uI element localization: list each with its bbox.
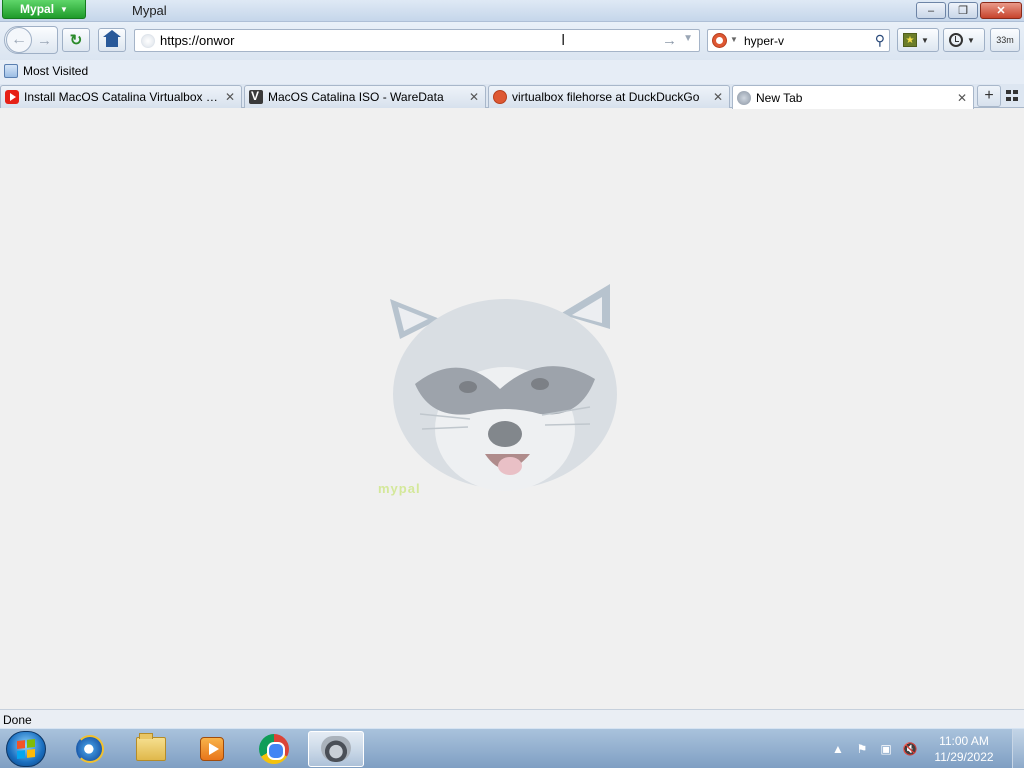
start-button[interactable] [6,731,46,767]
taskbar-mypal[interactable] [308,731,364,767]
show-hidden-icons-button[interactable]: ▲ [830,741,846,757]
mypal-raccoon-icon [321,736,351,762]
maximize-button[interactable]: ❐ [948,2,978,19]
search-input[interactable] [744,32,864,49]
tab-close-button[interactable]: ✕ [711,90,725,104]
tab-bar: Install MacOS Catalina Virtualbox 10... … [0,84,1024,109]
taskbar: ▲ ⚑ ▣ 🔇 11:00 AM 11/29/2022 [0,728,1024,768]
tab-list-icon[interactable] [1006,90,1020,102]
mascot-caption: mypal [378,481,421,496]
folder-icon [136,733,166,761]
windows-logo-icon [17,739,35,759]
clock-time: 11:00 AM [939,734,989,748]
bookmark-folder-icon [4,64,18,78]
duckduckgo-icon[interactable] [712,33,727,48]
reload-button[interactable]: ↻ [62,28,90,52]
taskbar-internet-explorer[interactable] [62,731,118,767]
app-menu-label: Mypal [20,2,55,16]
app-menu-caret-icon: ▼ [60,4,68,14]
status-text: Done [3,713,32,727]
tab-close-button[interactable]: ✕ [223,90,237,104]
system-tray: ▲ ⚑ ▣ 🔇 11:00 AM 11/29/2022 [830,729,1024,768]
network-icon[interactable]: ▣ [878,741,894,757]
bookmark-label: Most Visited [23,64,89,78]
title-bar: Mypal ▼ Mypal – ❐ ✕ [0,0,1024,22]
site-identity-icon[interactable] [141,34,155,48]
bookmarks-toolbar: Most Visited [0,60,1024,84]
close-window-button[interactable]: ✕ [980,2,1022,19]
history-clock-icon [949,33,963,47]
tab-label: Install MacOS Catalina Virtualbox 10... [24,90,219,104]
search-bar[interactable]: ▼ ⚲ [707,29,890,52]
tab-close-button[interactable]: ✕ [955,91,969,105]
tab-label: MacOS Catalina ISO - WareData [268,90,444,104]
go-button[interactable]: → [662,32,677,49]
back-button[interactable]: ← [6,27,32,53]
text-cursor-icon: I [561,32,566,49]
window-controls: – ❐ ✕ [916,2,1022,19]
app-menu-button[interactable]: Mypal ▼ [2,0,86,19]
window-title: Mypal [132,3,167,18]
bookmark-star-icon: ★ [903,33,917,47]
tab-duckduckgo[interactable]: virtualbox filehorse at DuckDuckGo ✕ [488,85,730,108]
forward-button[interactable]: → [37,32,52,49]
taskbar-media-player[interactable] [184,731,240,767]
home-button[interactable] [98,28,126,52]
status-bar: Done [0,709,1024,728]
url-bar[interactable]: I → ▼ [134,29,700,52]
page-content: mypal [0,109,1024,709]
tab-waredata[interactable]: MacOS Catalina ISO - WareData ✕ [244,85,486,108]
media-player-icon [200,737,224,761]
bookmark-most-visited[interactable]: Most Visited [4,64,88,78]
duckduckgo-icon [493,90,507,104]
memory-usage-button[interactable]: 33m [990,28,1020,52]
history-menu-button[interactable]: ▼ [943,28,985,52]
url-history-dropdown[interactable]: ▼ [683,33,693,44]
tab-install-macos[interactable]: Install MacOS Catalina Virtualbox 10... … [0,85,242,108]
youtube-icon [5,90,19,104]
url-input[interactable] [160,32,560,49]
search-engine-caret-icon[interactable]: ▼ [730,35,738,44]
tab-new-tab[interactable]: New Tab ✕ [732,85,974,109]
taskbar-chrome[interactable] [246,731,302,767]
tab-label: New Tab [756,90,803,105]
history-caret-icon: ▼ [967,35,975,45]
memory-usage-label: 33m [996,35,1014,45]
internet-explorer-icon [76,735,104,763]
show-desktop-button[interactable] [1012,729,1024,768]
clock[interactable]: 11:00 AM 11/29/2022 [926,733,1002,765]
bookmarks-menu-button[interactable]: ★ ▼ [897,28,939,52]
raccoon-mascot-image [390,284,617,491]
action-center-flag-icon[interactable]: ⚑ [854,741,870,757]
globe-icon [737,90,751,105]
waredata-icon [249,89,263,104]
volume-muted-icon[interactable]: 🔇 [902,741,918,757]
tab-close-button[interactable]: ✕ [467,90,481,104]
navigation-toolbar: ← → ↻ I → ▼ ▼ ⚲ ★ ▼ ▼ 33m [0,22,1024,60]
taskbar-file-explorer[interactable] [123,731,179,767]
bookmarks-caret-icon: ▼ [921,35,929,45]
minimize-button[interactable]: – [916,2,946,19]
search-icon[interactable]: ⚲ [875,32,885,49]
home-icon [103,30,121,47]
tab-label: virtualbox filehorse at DuckDuckGo [512,90,700,104]
chrome-icon [259,734,289,764]
clock-date: 11/29/2022 [934,750,994,764]
new-tab-button[interactable]: + [977,85,1001,107]
back-forward-group: ← → [4,26,58,54]
